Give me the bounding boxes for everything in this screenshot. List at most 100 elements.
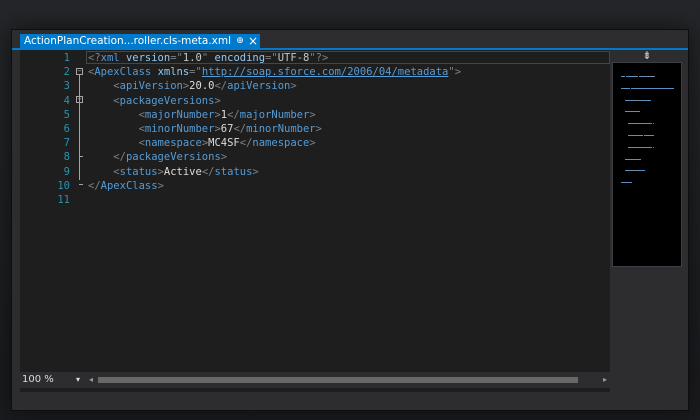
zoom-level-dropdown[interactable]: 100 % ▾ [22,373,82,387]
code-token: > [214,94,221,107]
line-number: 5 [63,108,70,121]
collapse-icon[interactable]: − [76,68,83,75]
code-line[interactable]: <?xml version="1.0" encoding="UTF-8"?> [88,51,328,65]
minimap-line [622,76,626,77]
code-minimap[interactable] [612,62,682,267]
code-token: </ [233,123,247,135]
line-number: 1 [63,52,70,64]
zoom-level-value: 100 % [22,374,54,385]
minimap-line [643,135,654,136]
scrollbar-thumb[interactable] [98,377,578,383]
split-editor-icon[interactable]: ⇟ [612,50,682,62]
minimap-line [629,146,638,148]
code-line[interactable]: <minorNumber>67</minorNumber> [88,122,322,136]
code-line[interactable]: </packageVersions> [88,150,227,164]
minimap-line [642,123,653,125]
scroll-right-icon[interactable]: ▸ [600,375,610,385]
code-token: 67 [220,123,234,135]
code-token: 1.0 [182,52,202,64]
line-number: 4 [63,94,70,107]
code-token: minorNumber [246,123,316,135]
code-token: minorNumber [144,123,215,135]
minimap-line [625,111,639,113]
minimap-line [644,170,646,172]
pin-icon[interactable]: ⊕ [234,34,246,48]
line-number: 3 [63,80,70,93]
code-token: encoding [214,52,266,64]
minimap-line [639,158,641,160]
minimap-line [653,135,655,136]
minimap-line [625,99,635,101]
code-token: packageVersions [119,94,215,107]
minimap-line [630,182,632,184]
code-token: </ [88,179,101,192]
code-token: </ [239,137,253,150]
minimap-line [629,135,639,136]
code-line[interactable]: <namespace>MC4SF</namespace> [88,136,316,150]
code-line[interactable]: </ApexClass> [88,179,164,193]
fold-end-marker [79,184,83,185]
code-line[interactable]: <ApexClass xmlns="http://soap.sforce.com… [88,65,461,79]
fold-guide [79,75,80,180]
minimap-line [637,87,673,89]
document-tab[interactable]: ActionPlanCreation...roller.cls-meta.xml… [20,34,260,48]
line-number: 8 [63,151,70,164]
code-token: UTF-8 [277,52,310,64]
code-token: </ [113,151,126,164]
code-token: ?> [315,52,329,64]
code-line[interactable]: <status>Active</status> [88,165,259,179]
minimap-line [626,158,640,160]
code-token: packageVersions [125,151,221,164]
code-token: > [252,165,259,178]
minimap-line [639,76,647,77]
code-token: > [157,179,164,192]
code-token: version [125,52,171,64]
code-line[interactable]: <majorNumber>1</majorNumber> [88,108,316,122]
code-token: namespace [252,137,310,150]
folding-margin: − − [74,50,86,392]
minimap-line [649,99,651,101]
code-line[interactable]: <apiVersion>20.0</apiVersion> [88,79,296,93]
code-token: </ [227,108,240,121]
code-token: </ [201,165,215,178]
code-token: > [309,108,316,121]
code-token: MC4SF [208,137,240,150]
line-number: 7 [63,137,70,150]
line-number: 11 [57,194,70,206]
code-token: majorNumber [239,108,310,121]
code-token: status [119,165,158,178]
minimap-line [621,87,630,89]
chevron-down-icon: ▾ [75,375,80,384]
code-token: > [220,151,228,164]
minimap-line [629,123,639,125]
code-token: http://soap.sforce.com/2006/04/metadata [201,66,449,79]
code-token: </ [214,80,228,93]
code-token: Active [163,165,202,178]
code-token: <? [88,52,101,64]
code-token: status [214,165,253,178]
horizontal-scrollbar[interactable]: ◂ ▸ [86,375,610,385]
code-line[interactable]: <packageVersions> [88,94,221,108]
editor-status-bar: 100 % ▾ ◂ ▸ [20,372,610,388]
minimap-line [673,87,675,89]
code-token: > [315,123,322,135]
minimap-panel: ⇟ [610,50,688,392]
code-token: apiVersion [227,80,291,93]
line-number: 2 [63,66,70,79]
close-icon[interactable]: × [246,34,260,48]
code-token: xml [100,52,120,64]
scroll-left-icon[interactable]: ◂ [86,375,96,385]
line-number: 10 [57,179,70,192]
code-editor[interactable]: 1 2 3 4 5 6 7 8 9 10 11 − − <?xml version="1.0" en… [20,50,610,392]
document-tab-strip: ActionPlanCreation...roller.cls-meta.xml… [12,30,688,48]
minimap-line [640,99,650,101]
minimap-line [653,76,656,77]
code-token: ApexClass [94,66,152,79]
collapse-icon[interactable]: − [76,96,83,103]
code-token: > [454,66,462,79]
